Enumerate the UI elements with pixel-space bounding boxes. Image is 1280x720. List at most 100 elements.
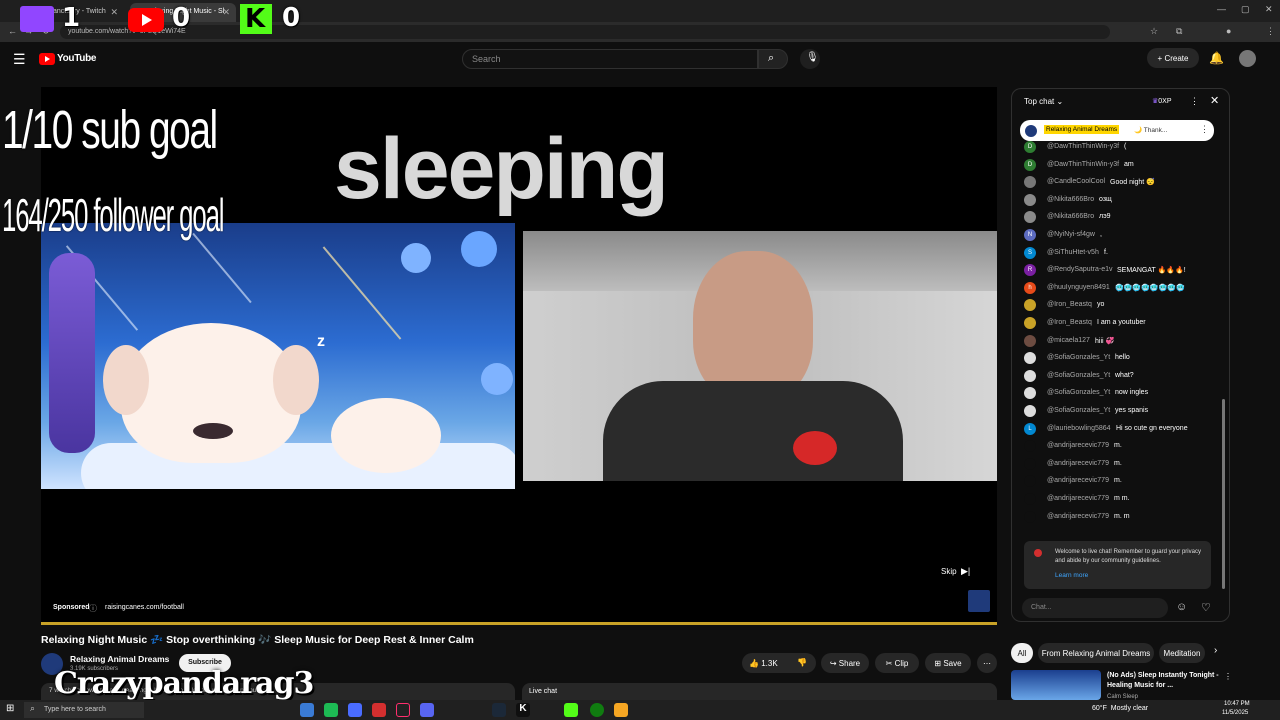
profile-icon[interactable]: ● [1226, 26, 1231, 36]
chat-author[interactable]: @NyiNyi-sf4gw [1047, 231, 1095, 238]
chat-menu-icon[interactable]: ⋮ [1190, 96, 1199, 107]
app-icon[interactable] [300, 703, 314, 717]
top-chat-dropdown[interactable]: Top chat ⌄ [1024, 97, 1063, 106]
notifications-bell-icon[interactable]: 🔔 [1209, 51, 1224, 65]
bookmark-star-icon[interactable]: ☆ [1150, 26, 1158, 37]
thumbs-up-icon[interactable]: 👍 [749, 659, 759, 668]
pinned-message[interactable]: Relaxing Animal Dreams 🌙 Thank... ⋮ [1020, 120, 1214, 141]
extensions-icon[interactable]: ⧉ [1176, 26, 1182, 37]
chat-message[interactable]: @andrijarecevic779 m. [1024, 457, 1224, 473]
save-button[interactable]: ⊞ Save [925, 653, 971, 673]
minimize-icon[interactable]: — [1217, 4, 1226, 14]
app-icon[interactable] [348, 703, 362, 717]
taskbar-search-input[interactable]: Type here to search [24, 702, 144, 718]
xbox-icon[interactable] [590, 703, 604, 717]
video-progress-bar[interactable] [41, 622, 997, 625]
chat-message[interactable]: @andrijarecevic779 m. [1024, 439, 1224, 455]
xp-badge[interactable]: ♛0XP [1152, 97, 1172, 105]
maximize-icon[interactable]: ▢ [1241, 4, 1250, 15]
chip-from-channel[interactable]: From Relaxing Animal Dreams [1038, 643, 1154, 663]
hamburger-menu-icon[interactable]: ☰ [13, 51, 26, 68]
chat-author[interactable]: @Nikita666Bro [1047, 213, 1094, 220]
chat-message[interactable]: h @huuIynguyen8491 🥶🥶🥶🥶🥶🥶🥶🥶 [1024, 281, 1224, 297]
chat-author[interactable]: @andrijarecevic779 [1047, 442, 1109, 449]
chat-author[interactable]: @CandleCoolCool [1047, 178, 1105, 185]
chat-message[interactable]: R @RendySaputra-e1v SEMANGAT 🔥🔥🔥! [1024, 263, 1224, 279]
skip-ad-button[interactable]: Skip ▶| [941, 561, 983, 576]
chevron-right-icon[interactable]: › [1214, 645, 1217, 656]
close-icon[interactable]: ✕ [110, 7, 118, 18]
video-player[interactable]: z sleeping Sponsored ⓘ raisingcanes.com/… [41, 87, 997, 625]
chat-author[interactable]: @Nikita666Bro [1047, 196, 1094, 203]
chat-message[interactable]: @Nikita666Bro озщ [1024, 193, 1224, 209]
search-button[interactable]: ⌕ [758, 49, 788, 69]
chat-author[interactable]: @andrijarecevic779 [1047, 477, 1109, 484]
kick-icon[interactable]: K [516, 703, 530, 717]
youtube-logo-icon[interactable] [39, 53, 55, 65]
channel-name[interactable]: Relaxing Animal Dreams [70, 654, 169, 664]
pinned-menu-icon[interactable]: ⋮ [1200, 124, 1209, 135]
chat-author[interactable]: @SofiaGonzales_Yt [1047, 407, 1110, 414]
chat-message[interactable]: @SofiaGonzales_Yt what? [1024, 369, 1224, 385]
chat-author[interactable]: @DawThinThinWin-y3f [1047, 161, 1119, 168]
clock-time[interactable]: 10:47 PM [1224, 701, 1250, 707]
chat-message[interactable]: N @NyiNyi-sf4gw, [1024, 228, 1224, 244]
steam-icon[interactable] [492, 703, 506, 717]
weather-widget[interactable]: 60°F Mostly clear [1092, 705, 1148, 712]
tiktok-icon[interactable] [396, 703, 410, 717]
chat-message[interactable]: @andrijarecevic779 m. m [1024, 510, 1224, 526]
chat-author[interactable]: @SofiaGonzales_Yt [1047, 389, 1110, 396]
youtube-logo-text[interactable]: YouTube [57, 53, 97, 64]
search-input[interactable]: Search [462, 49, 758, 69]
chat-author[interactable]: @SofiaGonzales_Yt [1047, 354, 1110, 361]
learn-more-link[interactable]: Learn more [1055, 572, 1088, 579]
chat-author[interactable]: @SiThuHtet-v5h [1047, 249, 1099, 256]
chat-scrollbar[interactable] [1222, 399, 1225, 589]
windows-start-icon[interactable]: ⊞ [6, 703, 14, 714]
chat-author[interactable]: @lauriebowling5864 [1047, 425, 1111, 432]
ad-url-link[interactable]: raisingcanes.com/football [105, 604, 184, 611]
chat-message[interactable]: @andrijarecevic779 m m. [1024, 492, 1224, 508]
app-icon[interactable] [564, 703, 578, 717]
chat-message[interactable]: @CandleCoolCool Good night 😴 [1024, 175, 1224, 191]
voice-search-button[interactable]: 🎙 [800, 49, 820, 69]
window-close-icon[interactable]: ✕ [1265, 4, 1273, 15]
discord-icon[interactable] [420, 703, 434, 717]
create-button[interactable]: + Create [1147, 48, 1199, 68]
heart-icon[interactable]: ♡ [1201, 601, 1211, 614]
spotify-icon[interactable] [324, 703, 338, 717]
url-field[interactable]: youtube.com/watch?v=oFLQ1eWi74E [60, 25, 1110, 39]
chat-author[interactable]: @micaela127 [1047, 337, 1090, 344]
chat-author[interactable]: @Iron_Beastq [1047, 319, 1092, 326]
thumbs-down-icon[interactable]: 👎 [797, 658, 807, 667]
close-chat-icon[interactable]: ✕ [1210, 94, 1219, 107]
recommended-thumbnail[interactable] [1011, 670, 1101, 700]
app-icon[interactable] [614, 703, 628, 717]
chat-input[interactable]: Chat... [1022, 598, 1168, 618]
channel-thumbnail-icon[interactable] [968, 590, 990, 612]
back-icon[interactable]: ← [8, 26, 17, 36]
chat-message[interactable]: @andrijarecevic779 m. [1024, 474, 1224, 490]
info-icon[interactable]: ⓘ [89, 603, 97, 614]
clock-date[interactable]: 11/5/2025 [1222, 710, 1248, 716]
chat-message[interactable]: D @DawThinThinWin-y3f am [1024, 158, 1224, 174]
chat-author[interactable]: @andrijarecevic779 [1047, 495, 1109, 502]
recommended-menu-icon[interactable]: ⋮ [1224, 672, 1232, 681]
more-actions-button[interactable]: ⋯ [977, 653, 997, 673]
chat-message[interactable]: S @SiThuHtet-v5h f. [1024, 246, 1224, 262]
chat-author[interactable]: @andrijarecevic779 [1047, 460, 1109, 467]
chat-author[interactable]: @huuIynguyen8491 [1047, 284, 1110, 291]
chat-author[interactable]: @DawThinThinWin-y3f [1047, 143, 1119, 150]
chat-message[interactable]: @micaela127 hiii 💞 [1024, 334, 1224, 350]
like-count[interactable]: 1.3K [761, 659, 777, 668]
chat-author[interactable]: @andrijarecevic779 [1047, 513, 1109, 520]
app-icon[interactable] [372, 703, 386, 717]
chat-message[interactable]: @Iron_Beastq yo [1024, 298, 1224, 314]
chip-meditation[interactable]: Meditation [1159, 643, 1205, 663]
chat-message[interactable]: D @DawThinThinWin-y3f ( [1024, 140, 1224, 156]
close-icon[interactable]: ✕ [222, 7, 230, 18]
chat-message[interactable]: @SofiaGonzales_Yt yes spanis [1024, 404, 1224, 420]
recommended-title[interactable]: (No Ads) Sleep Instantly Tonight - Heali… [1107, 671, 1221, 691]
chat-message[interactable]: @SofiaGonzales_Yt hello [1024, 351, 1224, 367]
chat-message[interactable]: @Nikita666Bro лэ9 [1024, 210, 1224, 226]
